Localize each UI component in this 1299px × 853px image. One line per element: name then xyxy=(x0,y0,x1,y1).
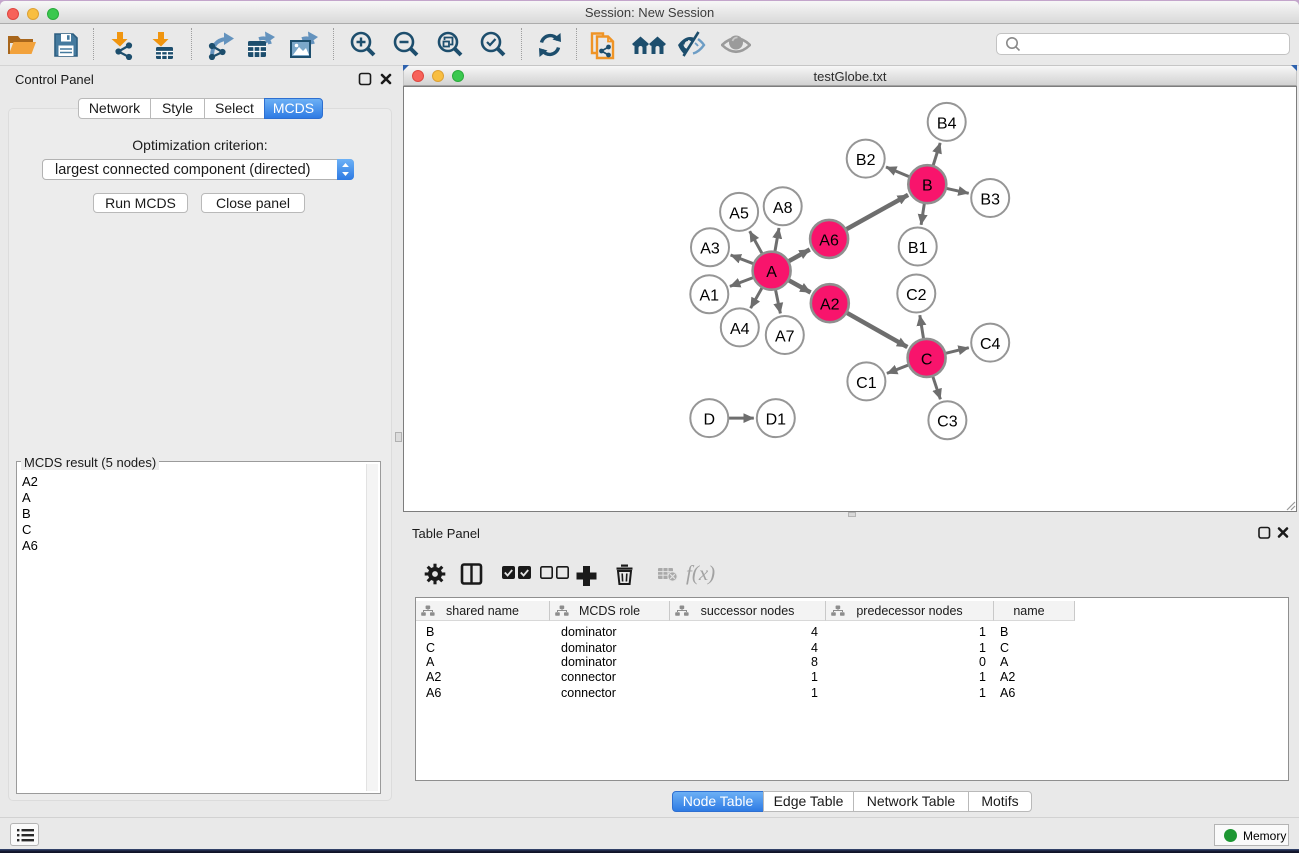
svg-text:A: A xyxy=(766,264,777,281)
svg-text:B: B xyxy=(922,178,933,195)
svg-text:B2: B2 xyxy=(856,152,876,169)
svg-text:A6: A6 xyxy=(819,232,839,249)
svg-text:A4: A4 xyxy=(730,321,750,338)
svg-text:C3: C3 xyxy=(937,414,958,431)
svg-text:A2: A2 xyxy=(820,297,840,314)
svg-text:C4: C4 xyxy=(980,336,1001,353)
svg-text:C2: C2 xyxy=(906,287,927,304)
svg-text:C: C xyxy=(921,351,933,368)
svg-text:B3: B3 xyxy=(980,192,1000,209)
svg-text:A1: A1 xyxy=(700,288,720,305)
svg-text:A5: A5 xyxy=(729,205,749,222)
svg-text:D1: D1 xyxy=(766,412,787,429)
svg-text:C1: C1 xyxy=(856,375,877,392)
svg-text:B1: B1 xyxy=(908,240,928,257)
svg-text:A8: A8 xyxy=(773,200,793,217)
svg-text:B4: B4 xyxy=(937,115,957,132)
svg-text:D: D xyxy=(704,412,716,429)
svg-text:A7: A7 xyxy=(775,329,795,346)
svg-text:A3: A3 xyxy=(700,241,720,258)
